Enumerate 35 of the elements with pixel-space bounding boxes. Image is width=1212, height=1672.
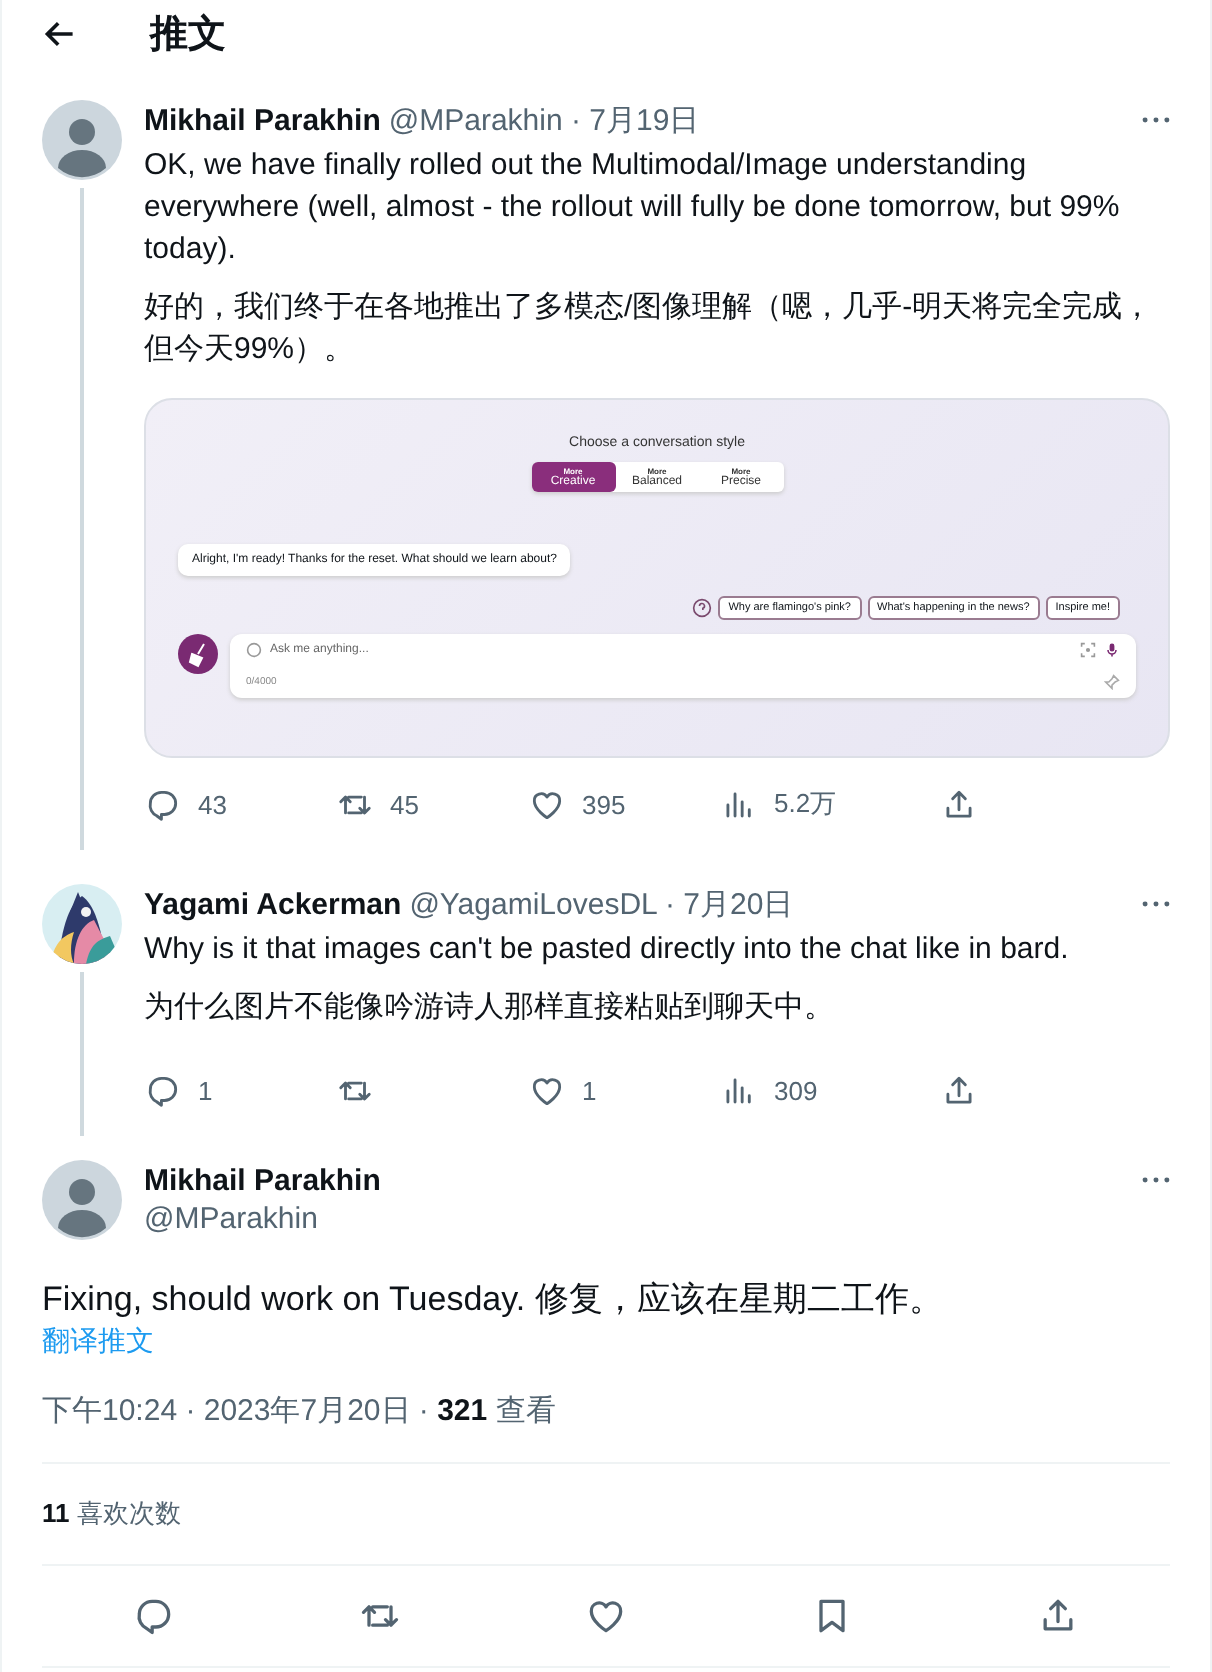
avatar-icon[interactable] xyxy=(42,100,122,180)
tweet-text: Why is it that images can't be pasted directly into the chat like in bard. xyxy=(144,930,1071,970)
author-handle-and-date[interactable]: @YagamiLovesDL · 7月20日 xyxy=(409,885,794,923)
help-icon[interactable] xyxy=(692,598,713,618)
reply-icon[interactable] xyxy=(144,785,182,823)
tweet-text: Fixing, should work on Tuesday. 修复，应该在星期二工作。 xyxy=(42,1278,945,1322)
stat-count: 1 xyxy=(582,1075,597,1105)
more-icon[interactable] xyxy=(1142,116,1170,124)
tweet-text: OK, we have finally rolled out the Multimodal/Image understanding everywhere (well, almost - the rollout will fully be done tomorrow, but 99% today). xyxy=(144,146,1122,270)
broom-icon[interactable] xyxy=(178,634,218,674)
stat-count: 45 xyxy=(390,789,419,819)
author-handle[interactable]: @MParakhin xyxy=(144,1202,381,1236)
more-icon[interactable] xyxy=(1142,900,1170,908)
likes-count[interactable]: 11 喜欢次数 xyxy=(42,1496,1170,1532)
stat-count: 309 xyxy=(774,1075,818,1105)
tweet-text: 好的，我们终于在各地推出了多模态/图像理解（嗯，几乎-明天将完全完成，但今天99%）。 xyxy=(144,288,1155,370)
stat-count: 43 xyxy=(198,789,227,819)
stat-count: 1 xyxy=(198,1075,213,1105)
page-title: 推文 xyxy=(150,11,226,59)
more-icon[interactable] xyxy=(1142,1176,1170,1184)
author-name[interactable]: Mikhail Parakhin xyxy=(144,103,381,137)
microphone-icon[interactable] xyxy=(1104,642,1120,658)
author-handle-and-date[interactable]: @MParakhin · 7月19日 xyxy=(388,101,700,139)
stat-count: 5.2万 xyxy=(774,786,837,822)
share-icon[interactable] xyxy=(940,1071,978,1109)
camera-icon[interactable] xyxy=(1080,642,1096,658)
tweet-text: 为什么图片不能像吟游诗人那样直接粘贴到聊天中。 xyxy=(144,988,836,1028)
share-icon[interactable] xyxy=(940,785,978,823)
chat-icon xyxy=(246,642,262,658)
author-name[interactable]: Yagami Ackerman xyxy=(144,887,402,921)
reply-icon[interactable] xyxy=(144,1071,182,1109)
author-name[interactable]: Mikhail Parakhin xyxy=(144,1164,381,1198)
tweet-meta: 下午10:24 · 2023年7月20日 · 321 查看 xyxy=(42,1392,558,1430)
avatar-icon[interactable] xyxy=(42,1160,122,1240)
stat-count: 395 xyxy=(582,789,626,819)
